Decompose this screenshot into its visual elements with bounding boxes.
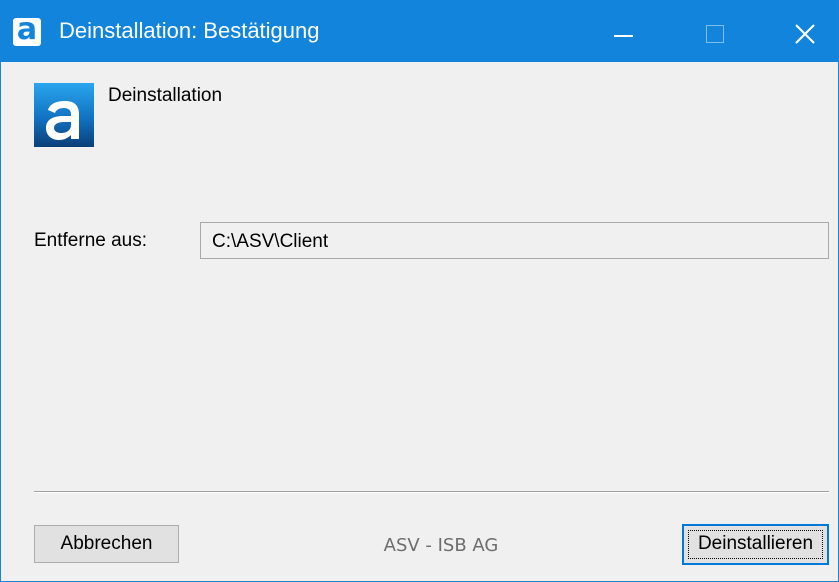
close-icon [795,24,815,44]
minimize-button[interactable] [577,0,669,62]
window-title: Deinstallation: Bestätigung [59,18,320,43]
uninstall-button-label: Deinstallieren [697,533,814,554]
footer-separator-highlight [34,492,829,493]
install-path-value: C:\ASV\Client [212,231,329,252]
minimize-icon [614,35,633,37]
dialog-heading: Deinstallation [108,85,223,106]
uninstall-button[interactable]: Deinstallieren [682,524,829,565]
title-bar[interactable]: a Deinstallation: Bestätigung [1,0,838,62]
close-button[interactable] [761,0,838,62]
uninstall-dialog: a Deinstallation: Bestätigung Deinstalla… [0,0,839,582]
maximize-icon [706,25,724,43]
app-icon-glyph: a [16,12,38,47]
vendor-label: ASV - ISB AG [383,535,499,556]
install-path-field[interactable]: C:\ASV\Client [200,222,829,259]
app-icon[interactable]: a [13,14,41,46]
maximize-button[interactable] [669,0,761,62]
remove-from-label: Entferne aus: [34,230,148,251]
cancel-button[interactable]: Abbrechen [34,525,179,563]
asv-logo-icon [34,83,94,147]
